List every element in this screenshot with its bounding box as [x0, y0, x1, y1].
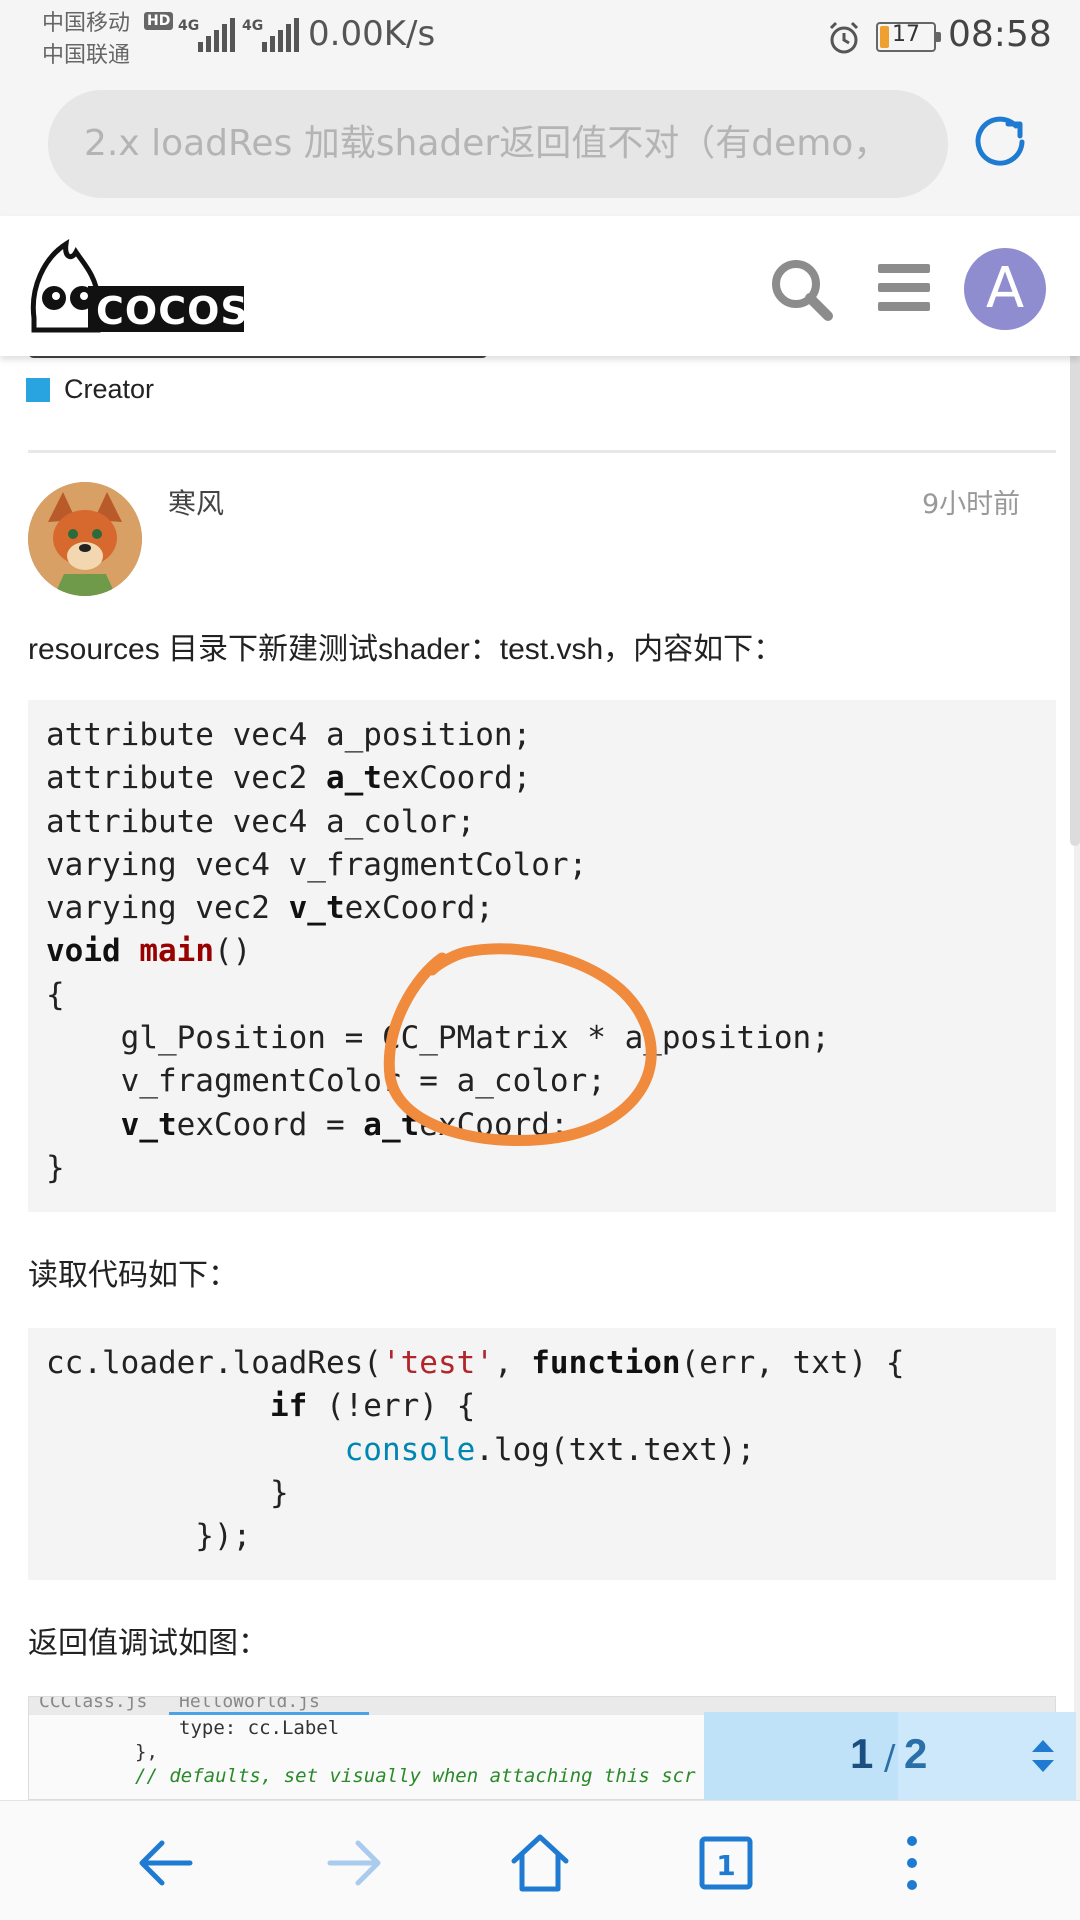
- loader-code: cc.loader.loadRes('test', function(err, …: [46, 1345, 905, 1555]
- code-block-shader: attribute vec4 a_position; attribute vec…: [28, 700, 1056, 1212]
- network-type-1: 4G: [178, 18, 200, 34]
- post-intro-text: resources 目录下新建测试shader：test.vsh，内容如下：: [28, 633, 784, 666]
- browser-toolbar: 2.x loadRes 加载shader返回值不对（有demo，: [0, 80, 1080, 220]
- post-time[interactable]: 9小时前: [922, 482, 1020, 521]
- expand-updown-icon[interactable]: [1030, 1738, 1056, 1774]
- shader-code: attribute vec4 a_position; attribute vec…: [46, 717, 830, 1186]
- forward-arrow-icon[interactable]: [322, 1831, 386, 1895]
- battery-icon: 17: [876, 22, 941, 52]
- code-block-loader: cc.loader.loadRes('test', function(err, …: [28, 1328, 1056, 1580]
- carrier-info: 中国移动 中国联通: [42, 8, 130, 72]
- status-bar: 中国移动 中国联通 HD 4G 4G 0.00K/s 17 08:58: [0, 0, 1080, 80]
- tabs-icon[interactable]: 1: [694, 1831, 758, 1895]
- browser-bottom-nav: 1: [0, 1800, 1080, 1920]
- tabs-count: 1: [716, 1849, 735, 1882]
- user-avatar-button[interactable]: A: [964, 248, 1046, 330]
- post-progress-indicator[interactable]: 1 / 2: [704, 1712, 1076, 1800]
- screenshot-code-line: },: [135, 1741, 158, 1763]
- category-badge[interactable]: Creator: [26, 374, 154, 405]
- signal-icon-2: 4G: [242, 18, 304, 52]
- hd-badge: HD: [144, 12, 174, 30]
- author-avatar[interactable]: [28, 482, 142, 596]
- back-arrow-icon[interactable]: [134, 1831, 198, 1895]
- editor-tab-1: CCClass.js: [39, 1696, 148, 1712]
- carrier-1: 中国移动: [42, 11, 131, 36]
- total-post-count: 2: [904, 1730, 928, 1777]
- signal-icon: 4G: [178, 18, 240, 52]
- cocos-logo[interactable]: COCOS: [26, 238, 248, 346]
- pager-separator: /: [884, 1738, 896, 1778]
- logo-text: COCOS: [96, 289, 248, 333]
- address-bar[interactable]: 2.x loadRes 加载shader返回值不对（有demo，: [48, 90, 948, 198]
- address-text[interactable]: 2.x loadRes 加载shader返回值不对（有demo，: [84, 90, 918, 198]
- carrier-2: 中国联通: [42, 43, 131, 68]
- network-type-2: 4G: [242, 18, 264, 34]
- read-code-label: 读取代码如下：: [28, 1259, 238, 1292]
- post-author[interactable]: 寒风: [168, 482, 224, 522]
- home-icon[interactable]: [508, 1831, 572, 1895]
- editor-tab-2: HelloWorld.js: [179, 1696, 320, 1712]
- divider: [28, 450, 1056, 453]
- active-tab-underline: [169, 1712, 369, 1715]
- clock: 08:58: [948, 14, 1052, 55]
- category-swatch: [26, 377, 50, 402]
- network-speed: 0.00K/s: [308, 14, 436, 54]
- hamburger-menu-icon[interactable]: [874, 260, 934, 316]
- category-label: Creator: [64, 374, 155, 404]
- search-icon[interactable]: [768, 256, 834, 322]
- alarm-icon: [829, 21, 859, 54]
- more-icon[interactable]: [880, 1831, 944, 1895]
- return-value-label: 返回值调试如图：: [28, 1627, 268, 1660]
- screenshot-code-comment: // defaults, set visually when attaching…: [135, 1765, 696, 1787]
- battery-level: 17: [892, 22, 920, 47]
- screenshot-code-line: type: cc.Label: [179, 1717, 340, 1739]
- reload-icon[interactable]: [970, 112, 1030, 172]
- current-post-number: 1: [850, 1730, 874, 1777]
